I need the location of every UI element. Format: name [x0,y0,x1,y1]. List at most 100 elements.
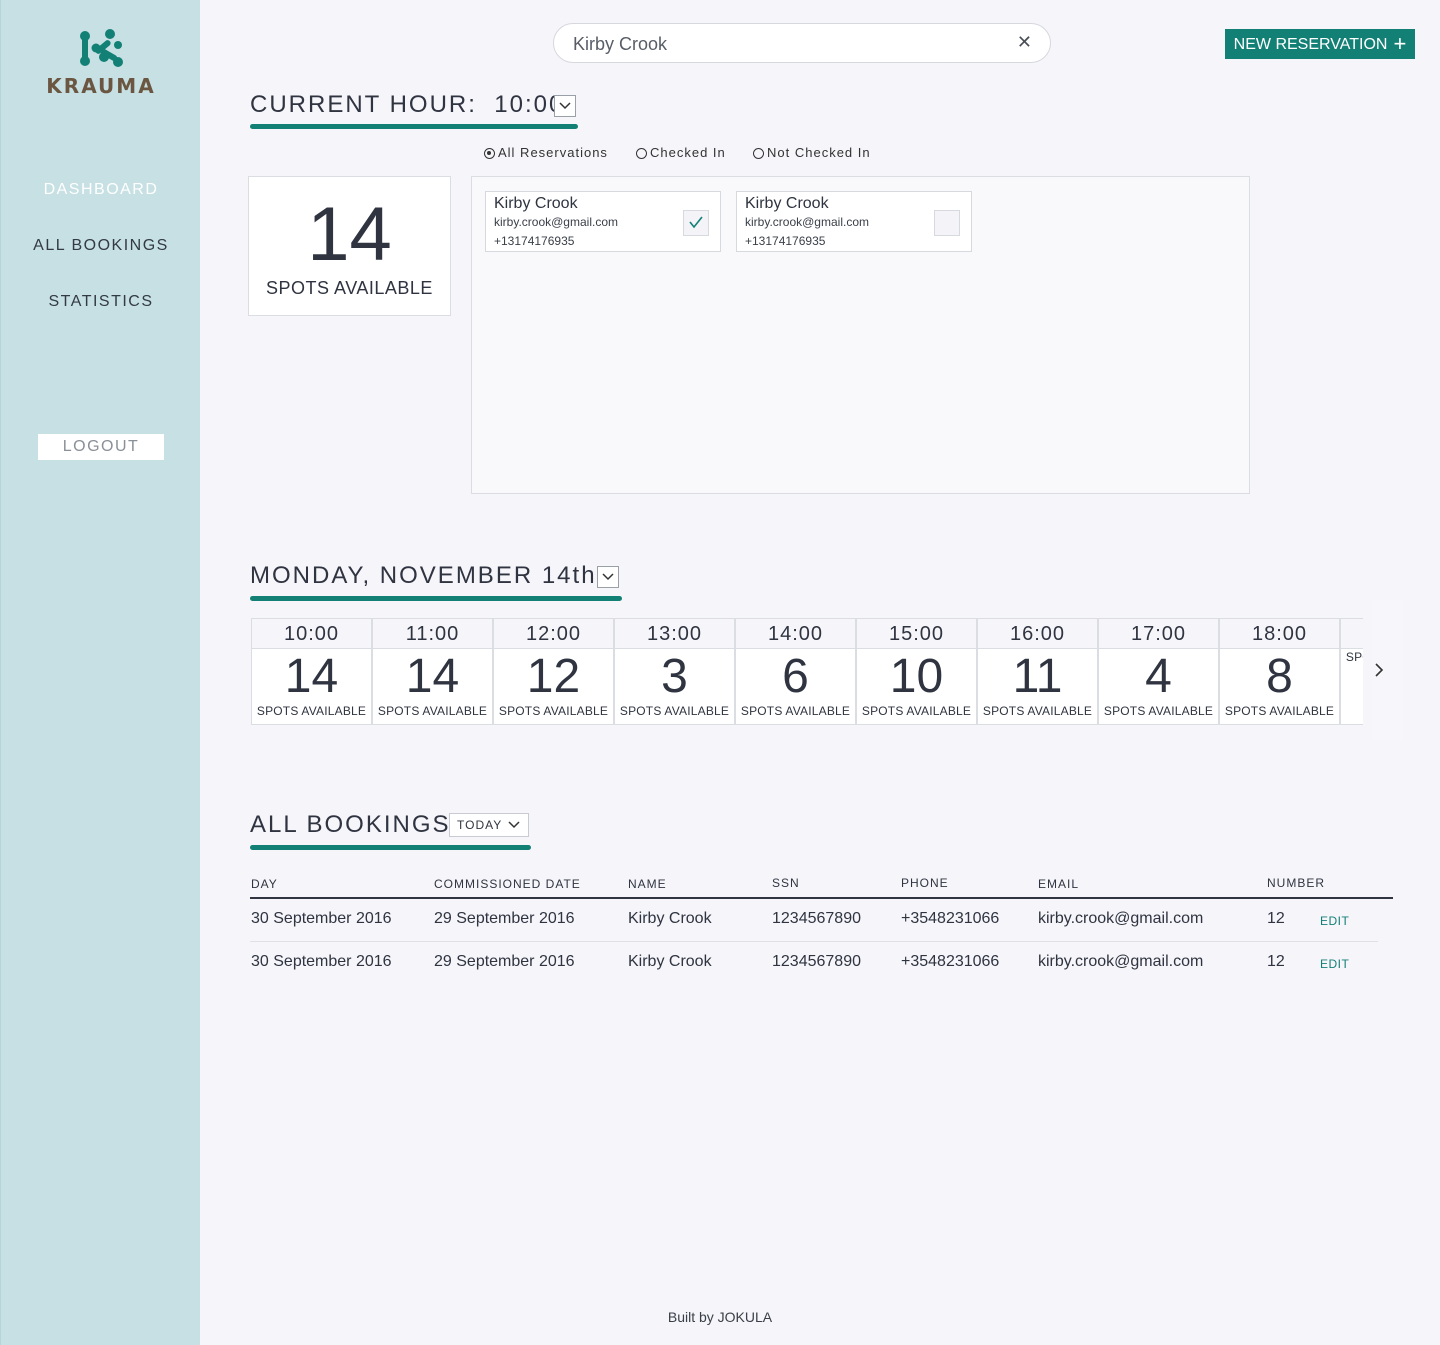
search-bar: ✕ [553,23,1051,64]
hour-spots: 3 [661,650,688,703]
cell-phone: +3548231066 [901,910,1000,927]
column-header-phone[interactable]: PHONE [901,876,949,890]
cell-phone: +3548231066 [901,953,1000,970]
current-hour-underline [250,124,578,129]
filter-all-reservations[interactable]: All Reservations [484,145,608,160]
radio-selected-icon [484,148,495,159]
hour-slot[interactable]: 18:00 8 SPOTS AVAILABLE [1219,618,1340,725]
hour-spots-label: SPOTS AVAILABLE [861,704,972,718]
hour-slot[interactable]: 12:00 12 SPOTS AVAILABLE [493,618,614,725]
hour-time [1341,619,1363,649]
new-reservation-label: NEW RESERVATION [1233,36,1388,53]
hour-time: 15:00 [857,619,976,649]
edit-button[interactable]: EDIT [1320,914,1349,928]
reservation-card[interactable]: Kirby Crook kirby.crook@gmail.com +13174… [736,191,972,252]
current-hour-dropdown[interactable] [554,95,576,117]
reservation-name: Kirby Crook [745,195,829,212]
table-row[interactable]: 30 September 2016 29 September 2016 Kirb… [250,899,1378,942]
filter-not-checked-in[interactable]: Not Checked In [753,145,871,160]
hour-spots: 4 [1145,650,1172,703]
hour-spots: 14 [284,650,339,703]
logout-button[interactable]: LOGOUT [38,434,164,460]
sidebar-nav: DASHBOARD ALL BOOKINGS STATISTICS [1,178,201,346]
filter-label: All Reservations [498,145,608,160]
day-dropdown[interactable] [597,566,619,588]
cell-email: kirby.crook@gmail.com [1038,910,1204,927]
hour-slot[interactable]: 17:00 4 SPOTS AVAILABLE [1098,618,1219,725]
cell-commissioned-date: 29 September 2016 [434,910,575,927]
hour-spots: 6 [782,650,809,703]
column-header-commissioned-date[interactable]: COMMISSIONED DATE [434,877,581,891]
hour-spots-label: SPOTS AVAILABLE [1224,704,1335,718]
chevron-down-icon [602,573,614,581]
hour-time: 11:00 [373,619,492,649]
hour-spots: 14 [405,650,460,703]
hour-slot[interactable]: SPOTS AVAILABLE [1340,618,1363,725]
hour-slot[interactable]: 10:00 14 SPOTS AVAILABLE [251,618,372,725]
chevron-down-icon [508,821,520,829]
hour-slot[interactable]: 16:00 11 SPOTS AVAILABLE [977,618,1098,725]
edit-button[interactable]: EDIT [1320,957,1349,971]
column-header-name[interactable]: NAME [628,877,667,891]
cell-ssn: 1234567890 [772,910,861,927]
bookings-period-dropdown[interactable]: TODAY [449,813,529,837]
cell-day: 30 September 2016 [251,910,392,927]
chevron-down-icon [559,102,571,110]
radio-icon [636,148,647,159]
hour-time: 14:00 [736,619,855,649]
reservation-email: kirby.crook@gmail.com [494,215,618,229]
hour-spots: 11 [1012,650,1063,703]
sidebar: KRAUMA DASHBOARD ALL BOOKINGS STATISTICS… [0,0,200,1345]
check-in-checkbox[interactable] [934,210,960,236]
hour-spots-label: SPOTS AVAILABLE [982,704,1093,718]
hour-spots: 10 [889,650,944,703]
day-underline [250,596,622,601]
hour-time: 16:00 [978,619,1097,649]
table-row[interactable]: 30 September 2016 29 September 2016 Kirb… [250,942,1378,985]
check-in-checkbox[interactable] [683,210,709,236]
hour-spots: 8 [1266,650,1293,703]
filter-label: Checked In [650,145,726,160]
hour-spots-label: SPOTS AVAILABLE [1345,650,1363,664]
logo[interactable]: KRAUMA [1,28,201,98]
cell-name: Kirby Crook [628,953,712,970]
reservation-card[interactable]: Kirby Crook kirby.crook@gmail.com +13174… [485,191,721,252]
column-header-ssn[interactable]: SSN [772,876,800,890]
bookings-period-label: TODAY [457,818,503,832]
current-hour-spots-card: 14 SPOTS AVAILABLE [248,176,451,316]
cell-day: 30 September 2016 [251,953,392,970]
brand-name: KRAUMA [46,74,156,98]
sidebar-item-dashboard[interactable]: DASHBOARD [1,178,201,234]
close-icon[interactable]: ✕ [1017,32,1032,53]
reservation-email: kirby.crook@gmail.com [745,215,869,229]
hour-slot[interactable]: 14:00 6 SPOTS AVAILABLE [735,618,856,725]
filter-checked-in[interactable]: Checked In [636,145,726,160]
current-hour-title: CURRENT HOUR: 10:00 [250,91,564,119]
hour-time: 13:00 [615,619,734,649]
next-hours-button[interactable] [1363,600,1403,740]
search-input[interactable] [571,24,995,64]
sidebar-item-all-bookings[interactable]: ALL BOOKINGS [1,234,201,290]
hour-slot[interactable]: 11:00 14 SPOTS AVAILABLE [372,618,493,725]
hour-slots: 10:00 14 SPOTS AVAILABLE 11:00 14 SPOTS AVAI… [251,618,1363,726]
new-reservation-button[interactable]: NEW RESERVATION + [1225,29,1415,59]
hour-slot[interactable]: 13:00 3 SPOTS AVAILABLE [614,618,735,725]
cell-name: Kirby Crook [628,910,712,927]
filter-label: Not Checked In [767,145,871,160]
hour-spots-label: SPOTS AVAILABLE [740,704,851,718]
reservation-name: Kirby Crook [494,195,578,212]
radio-icon [753,148,764,159]
plus-icon: + [1393,31,1407,56]
hour-spots-label: SPOTS AVAILABLE [256,704,367,718]
cell-commissioned-date: 29 September 2016 [434,953,575,970]
chevron-right-icon [1375,663,1384,677]
column-header-email[interactable]: EMAIL [1038,877,1079,891]
hour-time: 10:00 [252,619,371,649]
column-header-day[interactable]: DAY [251,877,278,891]
hour-slot[interactable]: 15:00 10 SPOTS AVAILABLE [856,618,977,725]
sidebar-item-statistics[interactable]: STATISTICS [1,290,201,346]
cell-number: 12 [1267,910,1285,927]
current-hour-label: CURRENT HOUR: [250,91,477,118]
column-header-number[interactable]: NUMBER [1267,876,1325,890]
hour-time: 12:00 [494,619,613,649]
